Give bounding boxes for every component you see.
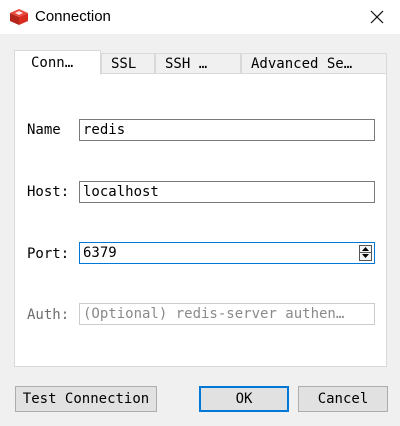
auth-input[interactable]: (Optional) redis-server authen…	[79, 303, 375, 325]
test-connection-button[interactable]: Test Connection	[15, 386, 157, 412]
arrow-down-icon	[362, 254, 369, 258]
redis-logo-icon	[9, 8, 29, 26]
title-bar: Connection	[0, 0, 400, 34]
name-label: Name	[27, 122, 61, 138]
spin-up-button[interactable]	[360, 246, 371, 253]
host-input[interactable]: localhost	[79, 181, 375, 203]
close-icon	[370, 10, 384, 24]
spin-down-button[interactable]	[360, 253, 371, 260]
host-label: Host:	[27, 184, 70, 200]
close-button[interactable]	[354, 0, 400, 34]
tab-ssh[interactable]: SSH …	[155, 53, 241, 75]
port-spinbox[interactable]: 6379	[79, 242, 375, 264]
tab-connection[interactable]: Conn…	[14, 50, 101, 75]
port-stepper[interactable]	[359, 245, 372, 261]
ok-button[interactable]: OK	[199, 386, 289, 412]
arrow-up-icon	[362, 247, 369, 251]
auth-label: Auth:	[27, 307, 70, 323]
window-title: Connection	[35, 8, 111, 25]
name-input[interactable]: redis	[79, 119, 375, 141]
port-label: Port:	[27, 246, 70, 262]
cancel-button[interactable]: Cancel	[298, 386, 388, 412]
tab-advanced-settings[interactable]: Advanced Se…	[241, 53, 387, 75]
tab-ssl[interactable]: SSL	[101, 53, 155, 75]
port-value: 6379	[83, 245, 117, 261]
